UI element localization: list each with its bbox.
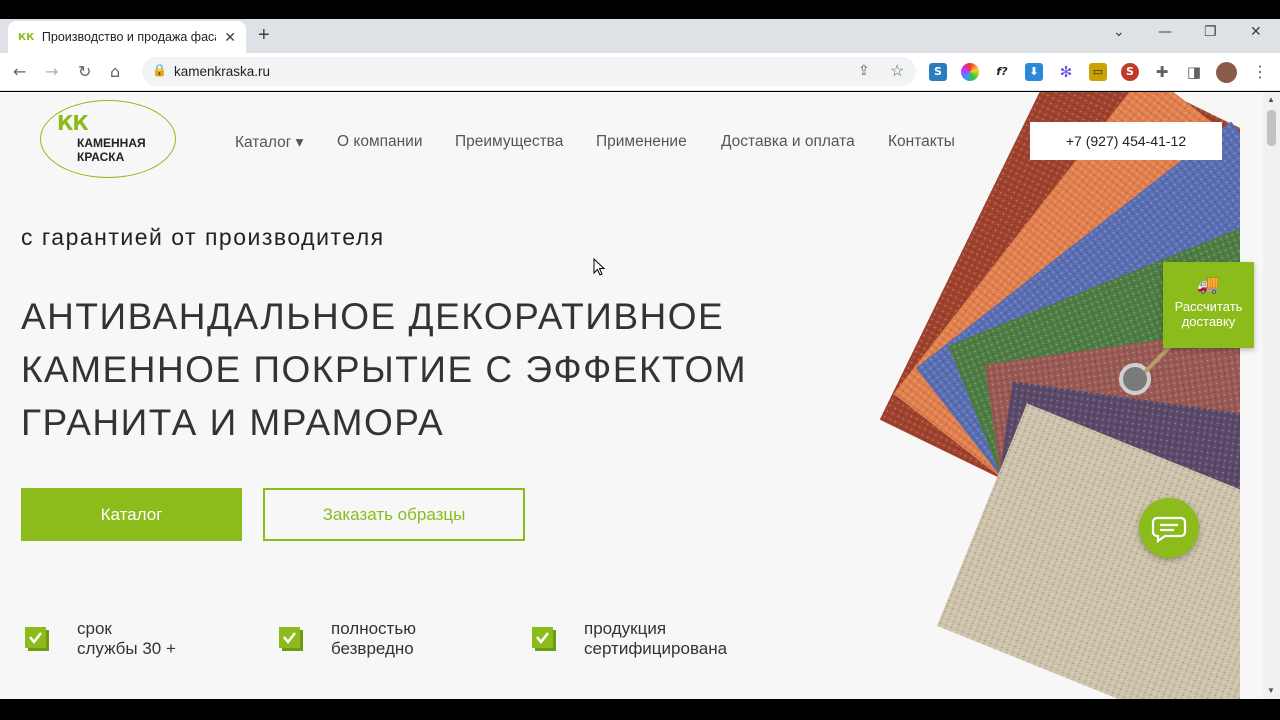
logo-mark: КК [57,111,89,135]
extension-download-icon[interactable]: ⬇ [1025,63,1043,81]
delivery-widget-line2: доставку [1181,314,1236,329]
order-samples-button[interactable]: Заказать образцы [263,488,525,541]
site-favicon-icon: КК [18,31,35,43]
share-icon[interactable]: ⇪ [858,62,870,79]
phone-number[interactable]: +7 (927) 454-41-12 [1030,122,1222,160]
web-page: КК КАМЕННАЯ КРАСКА Каталог ▾ О компании … [0,92,1263,699]
chat-bubble-icon [1151,516,1187,544]
stone-paint-samples-image [879,92,1240,699]
calculate-delivery-widget[interactable]: 🚚 Рассчитать доставку [1163,262,1254,348]
extension-s-icon[interactable]: S [929,63,947,81]
bookmark-star-icon[interactable]: ☆ [890,61,904,81]
nav-application[interactable]: Применение [596,133,687,151]
browser-toolbar: ← → ↻ ⌂ 🔒 kamenkraska.ru ⇪ ☆ S f? ⬇ ✻ ▭ … [0,53,1280,91]
feature-text-line2: безвредно [331,639,414,658]
feature-text-line1: полностью [331,619,416,638]
side-panel-icon[interactable]: ◨ [1185,63,1203,81]
tab-title: Производство и продажа фасад [41,30,217,44]
page-scrollbar[interactable]: ▲ ▼ [1263,92,1280,699]
feature-text-line2: сертифицирована [584,639,728,658]
checkbox-icon [279,627,303,651]
url-text[interactable]: kamenkraska.ru [174,64,270,79]
address-bar[interactable]: 🔒 kamenkraska.ru ⇪ ☆ [142,57,916,86]
scroll-down-icon[interactable]: ▼ [1267,686,1275,695]
lock-icon[interactable]: 🔒 [152,63,167,77]
feature-text-line1: продукция [584,619,667,638]
scroll-up-icon[interactable]: ▲ [1267,95,1275,104]
browser-tab[interactable]: КК Производство и продажа фасад ✕ [8,21,246,53]
tab-close-icon[interactable]: ✕ [224,29,236,46]
reload-icon[interactable]: ↻ [78,62,91,81]
profile-avatar[interactable] [1216,62,1237,83]
scrollbar-thumb[interactable] [1267,110,1276,146]
extension-gear-flower-icon[interactable]: ✻ [1057,63,1075,81]
nav-about[interactable]: О компании [337,133,423,151]
checkbox-icon [25,627,49,651]
delivery-widget-line1: Рассчитать [1174,299,1243,314]
tab-strip: КК Производство и продажа фасад ✕ + ⌄ — … [0,19,1280,53]
hero-headline-line: ГРАНИТА И МРАМОРА [21,402,445,443]
logo-text-line1: КАМЕННАЯ [77,136,146,150]
extension-color-wheel-icon[interactable] [961,63,979,81]
browser-window: КК Производство и продажа фасад ✕ + ⌄ — … [0,0,1280,720]
catalog-button[interactable]: Каталог [21,488,242,541]
nav-catalog[interactable]: Каталог ▾ [235,133,303,152]
tab-search-icon[interactable]: ⌄ [1113,24,1125,40]
chat-button[interactable] [1139,498,1199,558]
extensions-puzzle-icon[interactable]: ✚ [1153,63,1171,81]
hero-headline: АНТИВАНДАЛЬНОЕ ДЕКОРАТИВНОЕ КАМЕННОЕ ПОК… [21,290,747,449]
nav-advantages[interactable]: Преимущества [455,133,563,151]
mouse-cursor-icon [593,258,606,276]
feature-text-line1: срок [77,619,112,638]
browser-menu-icon[interactable]: ⋮ [1252,62,1268,82]
hero-headline-line: КАМЕННОЕ ПОКРЫТИЕ С ЭФФЕКТОМ [21,349,748,390]
hero-headline-line: АНТИВАНДАЛЬНОЕ ДЕКОРАТИВНОЕ [21,296,725,337]
hero-subtitle: с гарантией от производителя [21,224,385,250]
checkbox-icon [532,627,556,651]
minimize-button[interactable]: — [1158,24,1172,40]
logo-text-line2: КРАСКА [77,150,125,164]
back-icon[interactable]: ← [13,62,26,81]
extension-seo-icon[interactable]: S [1121,63,1139,81]
restore-button[interactable]: ❐ [1204,24,1217,40]
close-window-button[interactable]: ✕ [1250,24,1262,40]
extension-fonts-icon[interactable]: f? [993,63,1011,81]
site-logo[interactable]: КК КАМЕННАЯ КРАСКА [40,100,176,178]
bottom-bar [0,699,1280,720]
new-tab-button[interactable]: + [258,24,270,47]
forward-icon[interactable]: → [45,62,58,81]
truck-icon: 🚚 [1197,274,1220,295]
home-icon[interactable]: ⌂ [110,62,120,81]
extension-ruler-icon[interactable]: ▭ [1089,63,1107,81]
feature-text-line2: службы 30 + [77,639,176,658]
